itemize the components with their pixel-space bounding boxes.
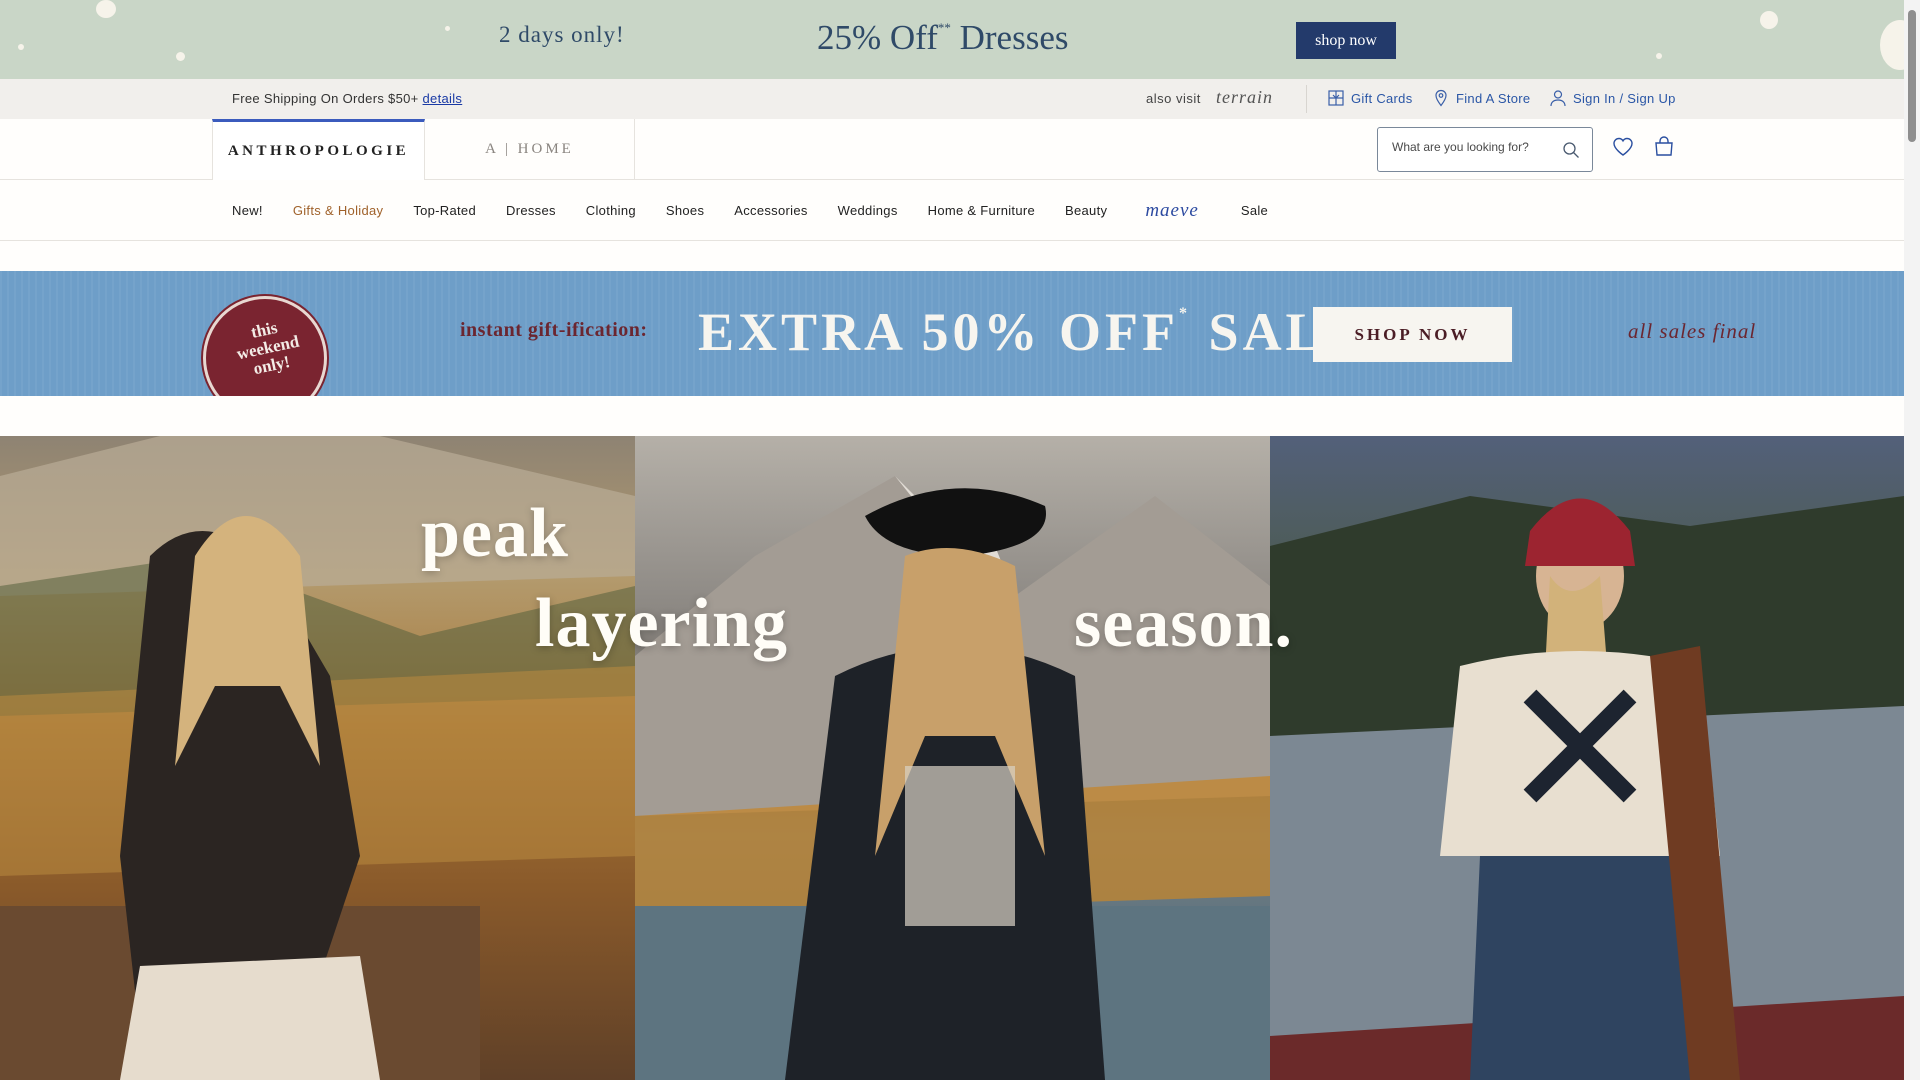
nav-item-clothing[interactable]: Clothing bbox=[586, 203, 636, 218]
promo-shop-now-button[interactable]: shop now bbox=[1296, 22, 1396, 59]
hero-word-season: season. bbox=[1074, 585, 1293, 662]
find-store-label: Find A Store bbox=[1456, 90, 1531, 106]
hero-word-peak: peak bbox=[421, 495, 569, 572]
promo-days-text: 2 days only! bbox=[499, 22, 625, 47]
tab-anthropologie[interactable]: ANTHROPOLOGIE bbox=[212, 119, 425, 180]
anthropologie-logo: ANTHROPOLOGIE bbox=[227, 142, 410, 159]
search-box[interactable] bbox=[1377, 127, 1593, 172]
badge-text: this weekend only! bbox=[234, 317, 301, 379]
sign-in-label: Sign In / Sign Up bbox=[1573, 90, 1676, 106]
snow-speck bbox=[1656, 53, 1662, 59]
sale-headline: EXTRA 50% OFF* SALE bbox=[698, 302, 1366, 362]
instant-giftification-text: instant gift-ification: bbox=[460, 319, 648, 341]
shipping-text: Free Shipping On Orders $50+ bbox=[232, 91, 419, 106]
gift-card-icon bbox=[1328, 90, 1344, 106]
tab-a-home[interactable]: A | HOME bbox=[425, 119, 635, 180]
location-pin-icon bbox=[1435, 89, 1447, 107]
nav-item-weddings[interactable]: Weddings bbox=[838, 203, 898, 218]
snow-speck bbox=[1760, 11, 1778, 29]
landscape-illustration bbox=[635, 476, 1270, 1080]
shopping-bag-icon[interactable] bbox=[1653, 135, 1675, 157]
hero-image-middle bbox=[635, 436, 1270, 1080]
snow-speck bbox=[445, 26, 450, 31]
nav-item-sale[interactable]: Sale bbox=[1241, 203, 1268, 218]
snow-speck bbox=[1880, 20, 1904, 70]
promo-offer-text: 25% Off** Dresses bbox=[817, 18, 1069, 57]
sign-in-link[interactable]: Sign In / Sign Up bbox=[1549, 89, 1676, 107]
sale-shop-now-button[interactable]: SHOP NOW bbox=[1313, 307, 1512, 362]
a-home-logo: A | HOME bbox=[485, 141, 574, 157]
page-scrollbar[interactable] bbox=[1904, 0, 1920, 1080]
search-input[interactable] bbox=[1392, 140, 1562, 154]
nav-item-gifts-holiday[interactable]: Gifts & Holiday bbox=[293, 203, 383, 218]
user-icon bbox=[1550, 90, 1566, 107]
scrollbar-thumb[interactable] bbox=[1908, 10, 1916, 142]
promo-banner-top[interactable]: 2 days only! 25% Off** Dresses shop now bbox=[0, 0, 1904, 79]
wishlist-heart-icon[interactable] bbox=[1612, 136, 1634, 158]
hero-banner[interactable]: peak layering season. bbox=[0, 436, 1904, 1080]
snow-speck bbox=[18, 44, 24, 50]
landscape-illustration bbox=[1270, 496, 1904, 1080]
brand-row: ANTHROPOLOGIE A | HOME bbox=[0, 119, 1904, 180]
also-visit-label: also visit bbox=[1146, 91, 1201, 106]
hero-image-right bbox=[1270, 436, 1904, 1080]
terrain-logo-link[interactable]: terrain bbox=[1216, 87, 1273, 108]
gift-cards-label: Gift Cards bbox=[1351, 90, 1413, 106]
nav-item-dresses[interactable]: Dresses bbox=[506, 203, 556, 218]
all-sales-final-text: all sales final bbox=[1628, 319, 1757, 343]
find-store-link[interactable]: Find A Store bbox=[1432, 89, 1530, 107]
sale-banner[interactable]: this weekend only! instant gift-ificatio… bbox=[0, 271, 1904, 396]
main-navigation: New! Gifts & Holiday Top-Rated Dresses C… bbox=[0, 180, 1904, 241]
shipping-message: Free Shipping On Orders $50+ details bbox=[232, 91, 462, 106]
nav-item-new[interactable]: New! bbox=[232, 203, 263, 218]
hero-word-layering: layering bbox=[535, 585, 788, 662]
snow-speck bbox=[96, 0, 116, 18]
nav-item-shoes[interactable]: Shoes bbox=[666, 203, 704, 218]
divider bbox=[1306, 85, 1307, 113]
weekend-only-badge: this weekend only! bbox=[203, 296, 327, 396]
nav-item-maeve[interactable]: maeve bbox=[1145, 200, 1199, 222]
gift-cards-link[interactable]: Gift Cards bbox=[1327, 89, 1413, 107]
nav-item-home-furniture[interactable]: Home & Furniture bbox=[928, 203, 1035, 218]
snow-speck bbox=[176, 52, 185, 61]
utility-bar: Free Shipping On Orders $50+ details also… bbox=[0, 79, 1904, 119]
nav-item-top-rated[interactable]: Top-Rated bbox=[413, 203, 476, 218]
search-icon[interactable] bbox=[1562, 141, 1580, 159]
nav-item-accessories[interactable]: Accessories bbox=[734, 203, 807, 218]
nav-item-beauty[interactable]: Beauty bbox=[1065, 203, 1107, 218]
shipping-details-link[interactable]: details bbox=[423, 91, 463, 106]
